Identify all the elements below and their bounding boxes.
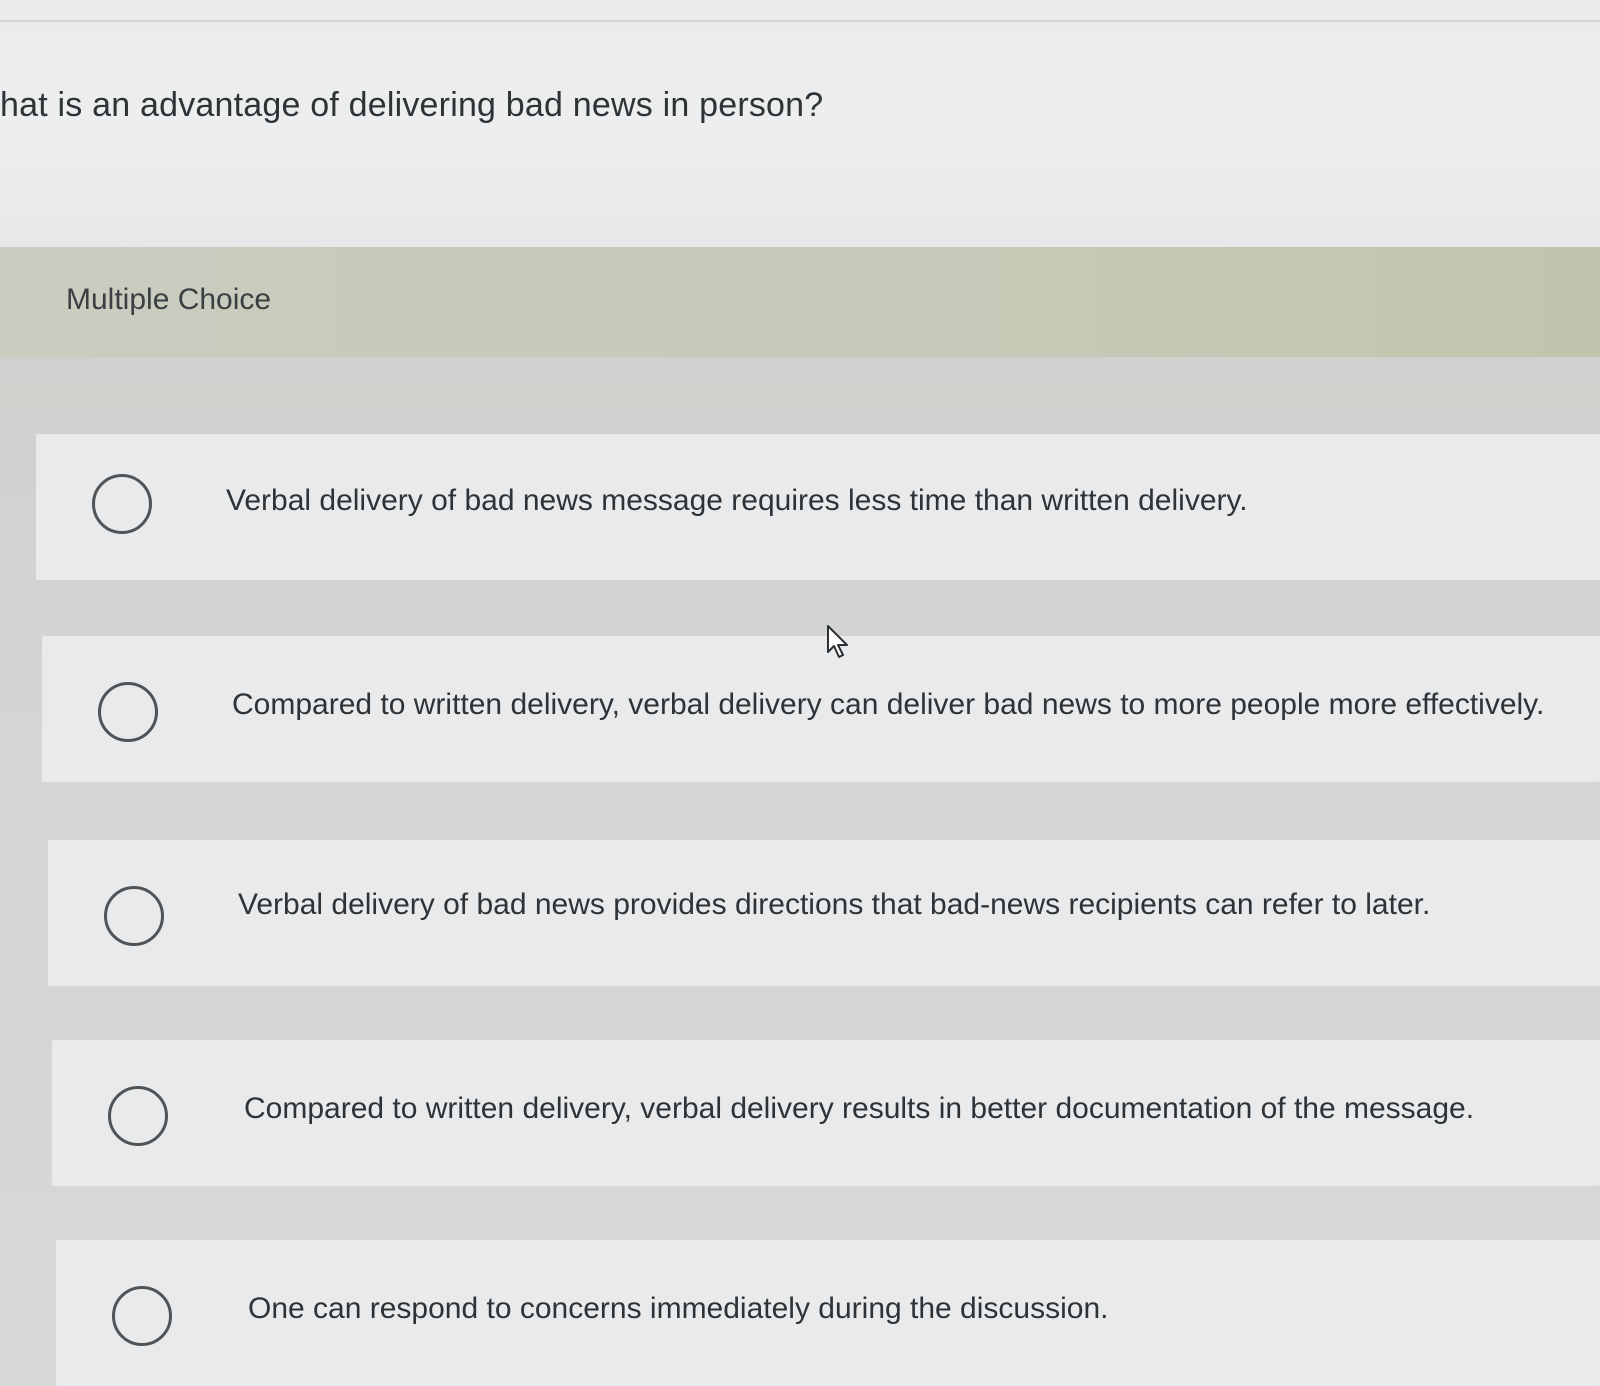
radio-button[interactable] [104, 886, 164, 946]
choice-label: Verbal delivery of bad news provides dir… [238, 888, 1431, 921]
question-type-band: Multiple Choice [0, 247, 1600, 357]
choice-label: One can respond to concerns immediately … [248, 1292, 1109, 1325]
radio-button[interactable] [108, 1086, 168, 1146]
mouse-pointer-icon [827, 625, 848, 658]
choice-option-4[interactable]: Compared to written delivery, verbal del… [52, 1040, 1600, 1186]
choice-option-2[interactable]: Compared to written delivery, verbal del… [42, 636, 1600, 782]
radio-button[interactable] [112, 1286, 172, 1346]
radio-button[interactable] [92, 474, 152, 534]
choice-label: Verbal delivery of bad news message requ… [226, 484, 1248, 517]
question-type-label: Multiple Choice [66, 283, 272, 316]
choice-option-1[interactable]: Verbal delivery of bad news message requ… [36, 434, 1600, 580]
divider [0, 20, 1600, 22]
choice-label: Compared to written delivery, verbal del… [232, 688, 1545, 721]
radio-button[interactable] [98, 682, 158, 742]
question-text: hat is an advantage of delivering bad ne… [0, 86, 824, 124]
choice-option-5[interactable]: One can respond to concerns immediately … [56, 1240, 1600, 1386]
choice-label: Compared to written delivery, verbal del… [244, 1092, 1475, 1125]
question-header: hat is an advantage of delivering bad ne… [0, 0, 1600, 247]
choice-option-3[interactable]: Verbal delivery of bad news provides dir… [48, 840, 1600, 986]
